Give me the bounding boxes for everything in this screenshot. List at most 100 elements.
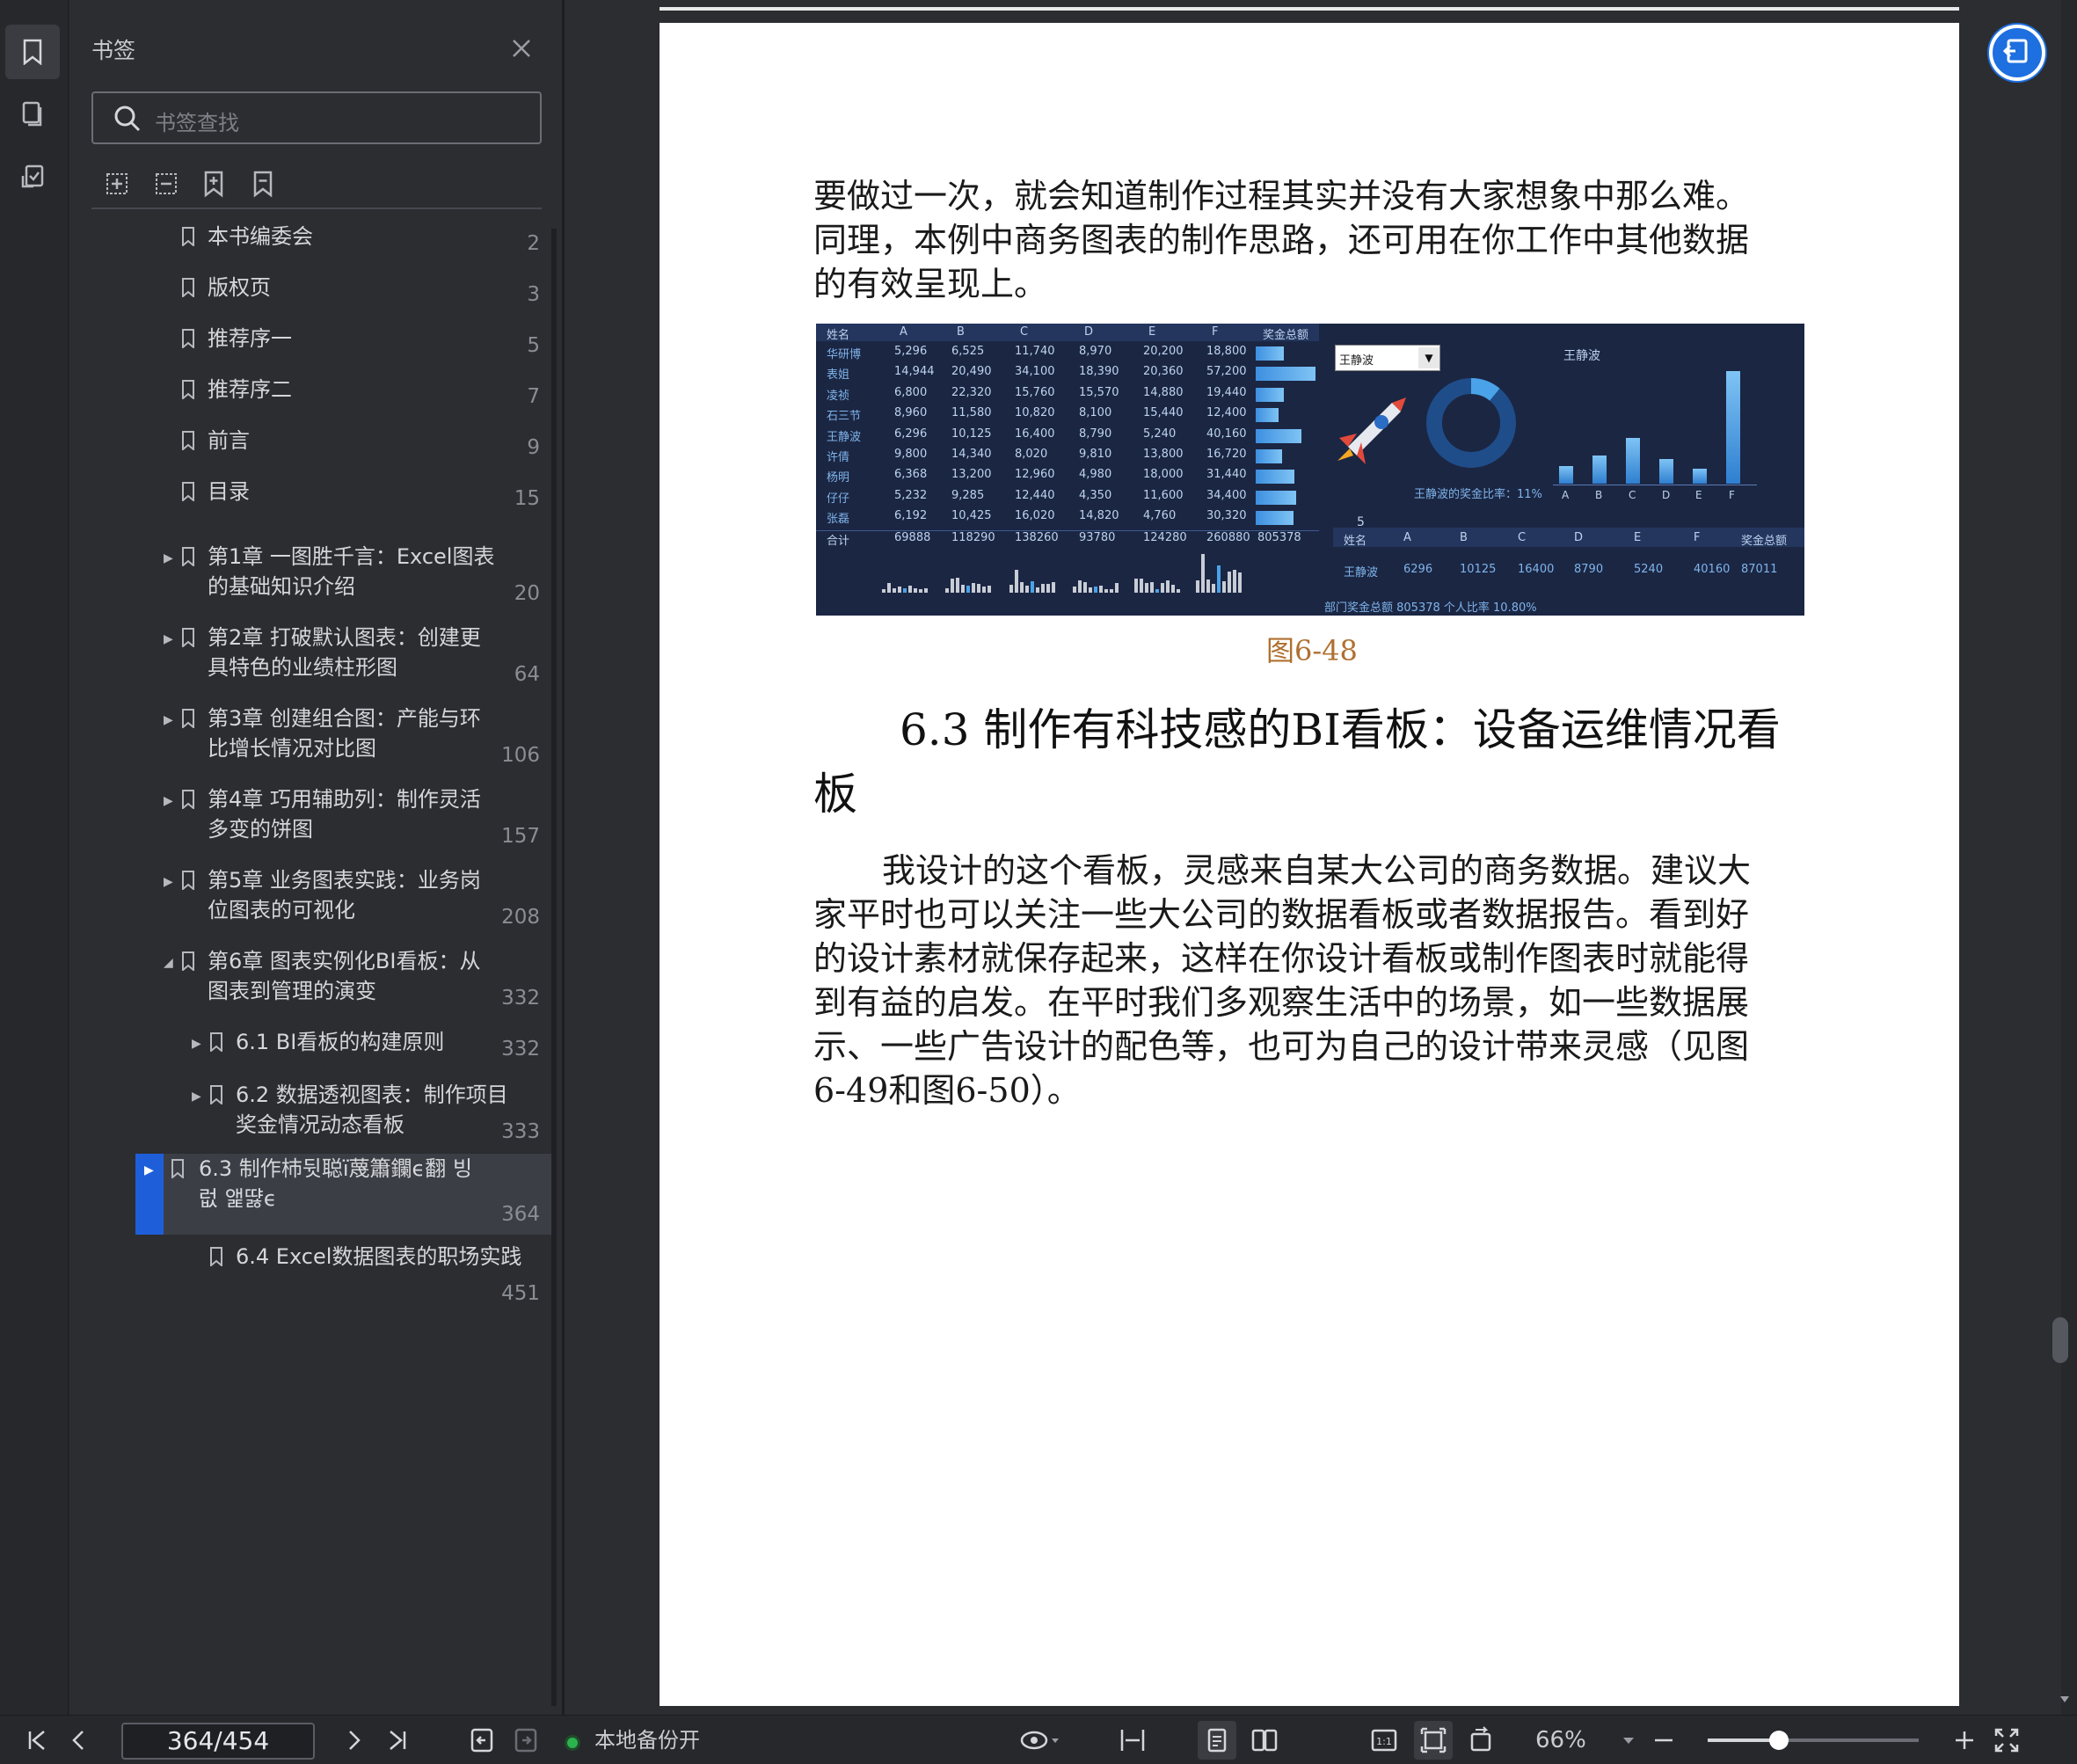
bookmark-item[interactable]: ▶ 第5章 业务图表实践：业务岗位图表的可视化 208	[83, 865, 552, 937]
actual-size-icon[interactable]: 1:1	[1370, 1726, 1398, 1754]
zoom-dropdown-icon[interactable]	[1620, 1726, 1637, 1754]
last-page-icon[interactable]	[383, 1726, 412, 1754]
zoom-level[interactable]: 66%	[1535, 1724, 1586, 1756]
mini-bar	[1161, 583, 1164, 593]
mini-bar	[914, 588, 917, 593]
expand-arrow-icon[interactable]: ▶	[144, 1159, 157, 1182]
bookmark-item[interactable]: 推荐序一 5	[83, 324, 552, 366]
backup-status-label[interactable]: 本地备份开	[594, 1724, 700, 1756]
expand-all-icon[interactable]	[102, 169, 132, 199]
bookmark-page-number: 9	[527, 436, 540, 459]
total-bar	[1256, 346, 1284, 361]
floating-convert-button[interactable]	[1989, 25, 2045, 81]
fit-page-button[interactable]	[1414, 1721, 1453, 1760]
figure-table-cell: 6,525	[951, 345, 985, 358]
bookmark-item[interactable]: ▶ 6.2 数据透视图表：制作项目奖金情况动态看板 333	[83, 1080, 552, 1152]
single-page-button[interactable]	[1198, 1721, 1236, 1760]
figure-table-cell: 14,880	[1143, 385, 1184, 399]
remove-bookmark-icon[interactable]	[248, 169, 278, 199]
previous-page-icon[interactable]	[65, 1726, 93, 1754]
eye-protection-icon[interactable]	[1018, 1726, 1060, 1754]
double-page-icon[interactable]	[1250, 1726, 1279, 1754]
bookmark-item[interactable]: ▶ 第2章 打破默认图表：创建更具特色的业绩柱形图 64	[83, 623, 552, 695]
zoom-slider-handle[interactable]	[1769, 1731, 1789, 1750]
expand-arrow-icon[interactable]: ▶	[164, 871, 176, 893]
paragraph-2-line-6: 6-49和图6-50）。	[813, 1071, 1081, 1110]
expand-arrow-icon[interactable]: ▶	[164, 547, 176, 570]
figure-table-cell: 9,800	[894, 448, 928, 461]
collapse-all-icon[interactable]	[151, 169, 181, 199]
figure-table-cell: 石三节	[827, 410, 862, 424]
bar	[1592, 455, 1607, 484]
bookmark-toolbar	[91, 165, 542, 209]
bookmark-item[interactable]: 本书编委会 2	[83, 222, 552, 264]
dashboard-figure: 姓名 A B C D E F 奖金总额 华研博 5,296 6,525 11,740 8,970 20,2…	[816, 324, 1804, 616]
bookmark-panel-button[interactable]	[5, 25, 60, 79]
zoom-in-icon[interactable]	[1950, 1726, 1979, 1754]
expand-arrow-icon[interactable]: ▶	[192, 1032, 204, 1055]
bookmark-flag-icon	[210, 1032, 222, 1052]
expand-arrow-icon[interactable]: ▶	[192, 1085, 204, 1108]
bookmark-item[interactable]: ▶ 第1章 一图胜千言：Excel图表的基础知识介绍 20	[83, 542, 552, 614]
figure-table-cell: 14,340	[951, 448, 992, 461]
bookmark-item-label: 6.2 数据透视图表：制作项目奖金情况动态看板	[236, 1082, 508, 1137]
next-page-icon[interactable]	[339, 1726, 368, 1754]
add-bookmark-icon[interactable]	[199, 169, 229, 199]
figure-header-cell: B	[957, 325, 965, 339]
annotation-panel-button[interactable]	[5, 149, 60, 204]
collapse-arrow-icon[interactable]: ◢	[164, 951, 176, 974]
fit-page-icon	[1420, 1727, 1447, 1753]
fit-width-icon[interactable]	[1119, 1726, 1147, 1754]
total-bar	[1256, 490, 1297, 505]
first-page-icon[interactable]	[23, 1726, 51, 1754]
figure-table-cell: 8,960	[894, 406, 928, 420]
zoom-out-icon[interactable]	[1650, 1726, 1678, 1754]
bookmark-item[interactable]: 目录 15	[83, 477, 552, 519]
back-view-icon[interactable]	[468, 1726, 496, 1754]
mini-bar	[919, 588, 922, 593]
bookmark-item[interactable]: ◢ 第6章 图表实例化BI看板：从图表到管理的演变 332	[83, 946, 552, 1018]
mini-bar	[956, 577, 959, 593]
search-icon	[114, 106, 141, 132]
bookmark-flag-icon	[182, 951, 194, 971]
panel-scrollbar[interactable]	[551, 229, 557, 1706]
page-number-input[interactable]: 364/454	[121, 1723, 315, 1760]
bookmark-page-number: 208	[501, 906, 540, 929]
mini-bar	[1094, 587, 1097, 593]
rotate-icon[interactable]	[1467, 1726, 1495, 1754]
mini-bar	[1020, 581, 1024, 593]
figure-table-cell: 9,810	[1079, 448, 1112, 461]
expand-arrow-icon[interactable]: ▶	[164, 628, 176, 651]
app-window: 书签 书签查找 本书编委会 2 版权页 3 推荐序一 5 推荐序二 7 前言 9 目录 15 ▶ 第1章 …	[0, 0, 2077, 1764]
bookmark-search-input[interactable]: 书签查找	[91, 91, 542, 144]
scroll-down-icon[interactable]	[2058, 1692, 2072, 1706]
bookmark-item[interactable]: ▶ 第4章 巧用辅助列：制作灵活多变的饼图 157	[83, 784, 552, 856]
bookmark-page-number: 106	[501, 744, 540, 767]
bookmark-item[interactable]: ▶ 6.3 制作杮뒷聪ï蔑簫鑭ϵ翻 빙 럾 앭땷ϵ 364	[135, 1154, 552, 1235]
expand-arrow-icon[interactable]: ▶	[164, 709, 176, 732]
document-scroll-thumb[interactable]	[2052, 1317, 2068, 1363]
bookmark-item[interactable]: ▶ 6.1 BI看板的构建原则 332	[83, 1027, 552, 1069]
bookmark-item[interactable]: 前言 9	[83, 426, 552, 468]
fullscreen-icon[interactable]	[1993, 1726, 2021, 1754]
thumbnail-panel-button[interactable]	[5, 86, 60, 141]
figure-table-cell: 华研博	[827, 348, 862, 361]
bookmark-flag-icon	[182, 482, 194, 501]
dropdown-arrow-icon: ▼	[1418, 347, 1439, 368]
section-heading-line-2: 板	[813, 769, 857, 820]
figure-table-cell: 13,800	[1143, 448, 1184, 461]
bookmark-item[interactable]: 版权页 3	[83, 273, 552, 315]
bookmark-flag-icon	[171, 1159, 184, 1178]
expand-arrow-icon[interactable]: ▶	[164, 790, 176, 813]
bookmark-item[interactable]: 6.4 Excel数据图表的职场实践 451	[83, 1242, 552, 1314]
paragraph-2-line-4: 到有益的启发。在平时我们多观察生活中的场景，如一些数据展	[813, 983, 1750, 1022]
forward-view-icon[interactable]	[512, 1726, 540, 1754]
summary-header-cell: 奖金总额	[1741, 535, 1788, 548]
bookmark-item-label: 第6章 图表实例化BI看板：从图表到管理的演变	[208, 949, 481, 1003]
document-scrollbar[interactable]	[2062, 0, 2077, 1715]
figure-table-cell: 8,790	[1079, 426, 1112, 441]
bookmark-item[interactable]: 推荐序二 7	[83, 375, 552, 417]
bookmark-item[interactable]: ▶ 第3章 创建组合图：产能与环比增长情况对比图 106	[83, 703, 552, 776]
mini-bar	[908, 586, 912, 593]
close-icon[interactable]	[506, 33, 536, 63]
